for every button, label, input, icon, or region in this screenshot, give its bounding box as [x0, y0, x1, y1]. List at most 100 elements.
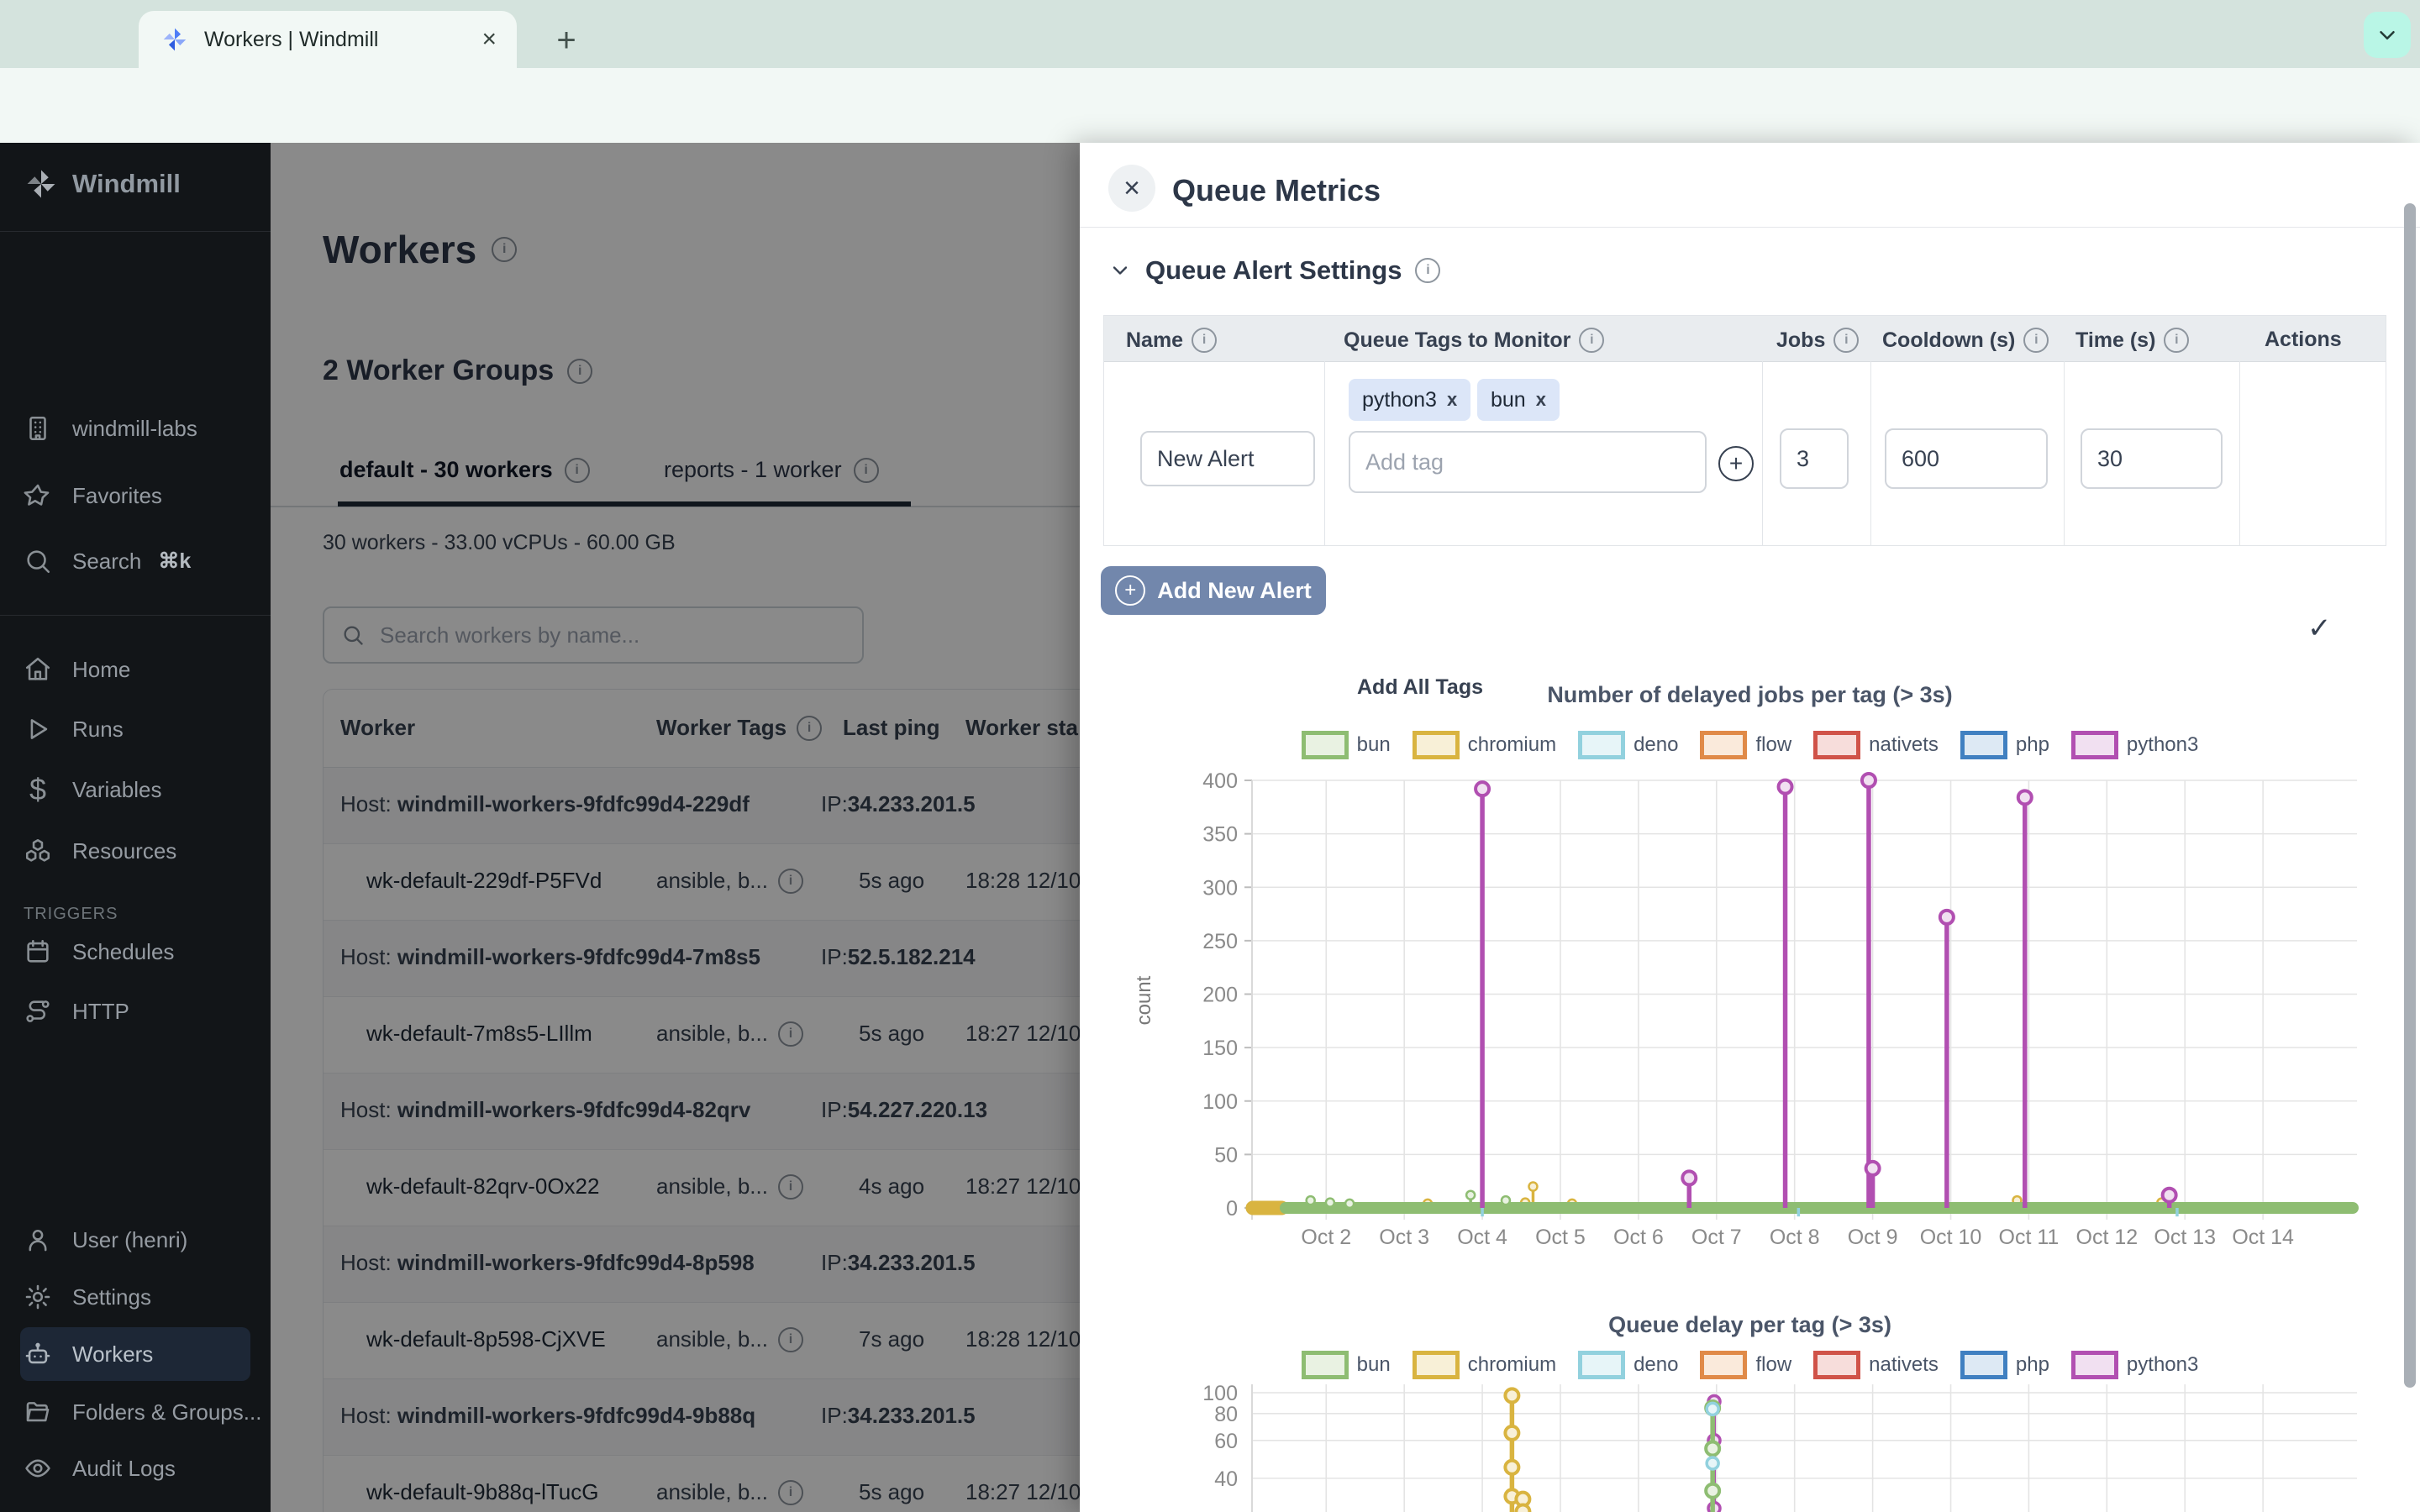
tag-chip-bun[interactable]: bunx	[1477, 379, 1560, 421]
legend-item-deno[interactable]: deno	[1578, 1351, 1678, 1379]
svg-text:Oct 5: Oct 5	[1535, 1226, 1586, 1249]
drawer-scrollbar[interactable]	[2404, 203, 2416, 1388]
brand-name: Windmill	[72, 169, 181, 199]
browser-tab[interactable]: Workers | Windmill ×	[139, 11, 517, 68]
alert-settings-table: Namei Queue Tags to Monitori Jobsi Coold…	[1103, 315, 2386, 546]
svg-text:Oct 14: Oct 14	[2232, 1226, 2294, 1249]
sidebar-item-http[interactable]: HTTP	[0, 988, 271, 1035]
legend-item-bun[interactable]: bun	[1302, 731, 1391, 759]
browser-tab-strip: Workers | Windmill × +	[0, 0, 2420, 68]
section-title: Queue Alert Settings	[1145, 255, 1402, 286]
home-icon	[24, 655, 52, 684]
remove-tag-icon[interactable]: x	[1447, 389, 1457, 411]
queue-metrics-drawer: × Queue Metrics Queue Alert Settings i N…	[1080, 143, 2420, 1512]
svg-text:Oct 7: Oct 7	[1691, 1226, 1742, 1249]
legend-swatch	[1578, 731, 1625, 759]
svg-text:Oct 12: Oct 12	[2076, 1226, 2139, 1249]
legend-item-nativets[interactable]: nativets	[1813, 1351, 1939, 1379]
info-icon[interactable]: i	[1415, 258, 1440, 283]
svg-text:400: 400	[1202, 769, 1238, 793]
legend-item-chromium[interactable]: chromium	[1413, 731, 1556, 759]
delayed-jobs-chart-title: Number of delayed jobs per tag (> 3s)	[1080, 682, 2420, 708]
queue-delay-chart-title: Queue delay per tag (> 3s)	[1080, 1312, 2420, 1338]
sidebar-divider	[0, 615, 271, 616]
legend-swatch	[1302, 731, 1349, 759]
tab-close-icon[interactable]: ×	[481, 25, 497, 54]
legend-item-python3[interactable]: python3	[2071, 1351, 2198, 1379]
sidebar-item-home[interactable]: Home	[0, 646, 271, 693]
legend-swatch	[1302, 1351, 1349, 1379]
queue-delay-chart: 100806040	[1130, 1384, 2374, 1512]
alert-name-input[interactable]: New Alert	[1140, 431, 1315, 486]
legend-item-flow[interactable]: flow	[1700, 731, 1791, 759]
robot-icon	[24, 1340, 52, 1368]
svg-text:60: 60	[1214, 1430, 1238, 1453]
legend-item-deno[interactable]: deno	[1578, 731, 1678, 759]
svg-text:Oct 13: Oct 13	[2154, 1226, 2216, 1249]
legend-item-python3[interactable]: python3	[2071, 731, 2198, 759]
alert-table-header: Namei Queue Tags to Monitori Jobsi Coold…	[1104, 316, 2386, 362]
legend-swatch	[1700, 731, 1747, 759]
queue-delay-chart-legend: bun chromium deno flow nativets php python3	[1080, 1351, 2420, 1379]
add-new-alert-button[interactable]: + Add New Alert	[1101, 566, 1326, 615]
drawer-divider	[1080, 227, 2420, 228]
sidebar-item-folders[interactable]: Folders & Groups...	[0, 1389, 271, 1436]
confirm-alert-icon[interactable]: ✓	[2307, 612, 2332, 645]
legend-item-bun[interactable]: bun	[1302, 1351, 1391, 1379]
remove-tag-icon[interactable]: x	[1536, 389, 1546, 411]
sidebar-item-settings[interactable]: Settings	[0, 1273, 271, 1320]
info-icon[interactable]: i	[1192, 328, 1217, 353]
dollar-icon: $	[24, 772, 52, 807]
col-name: Namei	[1126, 328, 1217, 353]
svg-text:Oct 2: Oct 2	[1301, 1226, 1351, 1249]
cooldown-input[interactable]: 600	[1885, 428, 2048, 489]
windmill-logo[interactable]: Windmill	[24, 166, 181, 202]
time-input[interactable]: 30	[2081, 428, 2223, 489]
new-tab-button[interactable]: +	[544, 18, 588, 62]
legend-item-php[interactable]: php	[1960, 731, 2049, 759]
sidebar-item-resources[interactable]: Resources	[0, 827, 271, 874]
user-icon	[24, 1226, 52, 1254]
legend-item-nativets[interactable]: nativets	[1813, 731, 1939, 759]
triggers-section-label: TRIGGERS	[24, 905, 118, 924]
col-actions: Actions	[2265, 328, 2342, 352]
legend-swatch	[1813, 731, 1860, 759]
sidebar-item-user[interactable]: User (henri)	[0, 1216, 271, 1263]
add-tag-input[interactable]: Add tag	[1349, 431, 1707, 493]
info-icon[interactable]: i	[1579, 328, 1604, 353]
svg-text:Oct 6: Oct 6	[1613, 1226, 1664, 1249]
info-icon[interactable]: i	[1833, 328, 1859, 353]
delayed-jobs-chart: 050100150200250300350400Oct 2Oct 3Oct 4O…	[1130, 769, 2374, 1254]
legend-swatch	[2071, 731, 2118, 759]
sidebar-item-favorites[interactable]: Favorites	[0, 472, 271, 519]
sidebar-item-runs[interactable]: Runs	[0, 706, 271, 753]
screen: Workers | Windmill × + app.windmill.dev/…	[0, 0, 2420, 1512]
boxes-icon	[24, 837, 52, 865]
legend-item-php[interactable]: php	[1960, 1351, 2049, 1379]
svg-text:Oct 8: Oct 8	[1770, 1226, 1820, 1249]
delayed-jobs-chart-legend: bun chromium deno flow nativets php python3	[1080, 731, 2420, 759]
drawer-close-button[interactable]: ×	[1108, 165, 1155, 212]
legend-item-chromium[interactable]: chromium	[1413, 1351, 1556, 1379]
gear-icon	[24, 1283, 52, 1311]
jobs-input[interactable]: 3	[1780, 428, 1849, 489]
info-icon[interactable]: i	[2164, 328, 2189, 353]
play-icon	[24, 715, 52, 743]
search-icon	[24, 547, 52, 575]
sidebar-item-variables[interactable]: $ Variables	[0, 766, 271, 813]
queue-alert-settings-section[interactable]: Queue Alert Settings i	[1108, 255, 1440, 286]
tab-search-button[interactable]	[2364, 12, 2411, 58]
search-shortcut: ⌘k	[158, 549, 191, 574]
legend-swatch	[1813, 1351, 1860, 1379]
info-icon[interactable]: i	[2023, 328, 2049, 353]
legend-item-flow[interactable]: flow	[1700, 1351, 1791, 1379]
svg-text:150: 150	[1202, 1037, 1238, 1060]
sidebar-item-workspace[interactable]: windmill-labs	[0, 405, 271, 452]
add-tag-plus-icon[interactable]: +	[1718, 446, 1754, 481]
tag-chip-python3[interactable]: python3x	[1349, 379, 1470, 421]
svg-text:0: 0	[1226, 1197, 1238, 1221]
sidebar-item-schedules[interactable]: Schedules	[0, 928, 271, 975]
sidebar-item-workers[interactable]: Workers	[0, 1331, 271, 1378]
sidebar-item-audit-logs[interactable]: Audit Logs	[0, 1445, 271, 1492]
sidebar-item-search[interactable]: Search ⌘k	[0, 538, 271, 585]
